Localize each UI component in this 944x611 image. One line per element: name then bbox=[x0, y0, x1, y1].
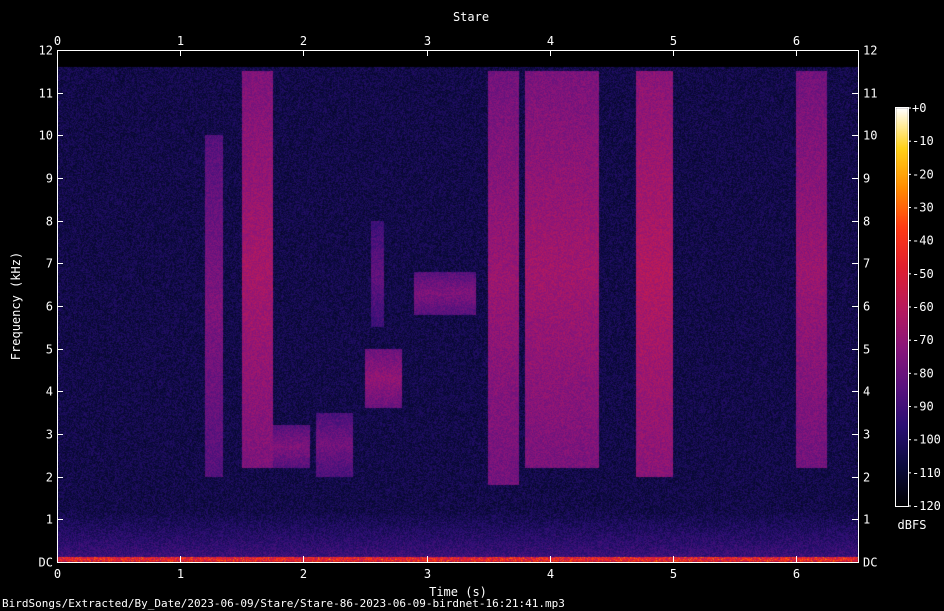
y-tick-label-right: 11 bbox=[863, 87, 877, 101]
colorbar-tick-label: -90 bbox=[912, 400, 934, 414]
colorbar-tick-label: -80 bbox=[912, 366, 934, 380]
x-tick-label-top: 0 bbox=[54, 34, 61, 48]
plot-frame bbox=[57, 50, 859, 563]
y-tick-label-right: 1 bbox=[863, 513, 870, 527]
y-tick-label-left: 1 bbox=[46, 513, 53, 527]
y-tick-label-right: 9 bbox=[863, 172, 870, 186]
x-tick-label-bottom: 5 bbox=[670, 567, 677, 581]
y-tick-label-left: 12 bbox=[39, 44, 53, 58]
chart-title: Stare bbox=[453, 10, 489, 24]
y-tick-label-left: DC bbox=[39, 556, 53, 570]
colorbar-tick-label: -20 bbox=[912, 167, 934, 181]
y-tick-label-right: 6 bbox=[863, 300, 870, 314]
y-tick-label-left: 8 bbox=[46, 215, 53, 229]
colorbar-tick-label: -120 bbox=[912, 499, 941, 513]
y-tick-label-left: 5 bbox=[46, 343, 53, 357]
colorbar-tick-label: -50 bbox=[912, 267, 934, 281]
y-tick-label-right: DC bbox=[863, 556, 877, 570]
x-tick-label-bottom: 4 bbox=[547, 567, 554, 581]
y-tick-label-right: 7 bbox=[863, 257, 870, 271]
x-tick-label-top: 2 bbox=[300, 34, 307, 48]
y-tick-label-left: 2 bbox=[46, 471, 53, 485]
y-tick-label-left: 9 bbox=[46, 172, 53, 186]
y-tick-label-right: 3 bbox=[863, 428, 870, 442]
axis-ticks: 00112233445566DC DC1 12 23 34 45 56 67 78 89 910 10… bbox=[39, 34, 878, 581]
y-tick-label-right: 8 bbox=[863, 215, 870, 229]
x-tick-label-bottom: 1 bbox=[177, 567, 184, 581]
y-tick-label-right: 12 bbox=[863, 44, 877, 58]
colorbar-tick-label: -10 bbox=[912, 134, 934, 148]
y-tick-label-right: 10 bbox=[863, 129, 877, 143]
x-tick-label-top: 5 bbox=[670, 34, 677, 48]
y-tick-label-left: 11 bbox=[39, 87, 53, 101]
y-tick-label-left: 7 bbox=[46, 257, 53, 271]
colorbar-tick-label: -100 bbox=[912, 433, 941, 447]
x-tick-label-top: 1 bbox=[177, 34, 184, 48]
colorbar-frame bbox=[895, 107, 909, 507]
colorbar: +0 -10 -20 -30 -40 -50 -60 -70 -80 -90 -100 -110 -12… bbox=[895, 101, 941, 513]
y-tick-label-left: 3 bbox=[46, 428, 53, 442]
spectrogram-chart: Stare Time (s) Frequency (kHz) 001122334… bbox=[9, 10, 941, 599]
colorbar-tick-label: +0 bbox=[912, 101, 926, 115]
colorbar-tick-label: -70 bbox=[912, 333, 934, 347]
y-axis-label: Frequency (kHz) bbox=[9, 252, 23, 360]
colorbar-label: dBFS bbox=[898, 518, 927, 532]
colorbar-tick-label: -30 bbox=[912, 201, 934, 215]
y-tick-label-left: 4 bbox=[46, 385, 53, 399]
x-tick-label-top: 3 bbox=[424, 34, 431, 48]
x-tick-label-bottom: 2 bbox=[300, 567, 307, 581]
colorbar-tick-label: -60 bbox=[912, 300, 934, 314]
x-tick-label-bottom: 0 bbox=[54, 567, 61, 581]
x-tick-label-top: 6 bbox=[793, 34, 800, 48]
colorbar-tick-label: -40 bbox=[912, 234, 934, 248]
x-tick-label-bottom: 6 bbox=[793, 567, 800, 581]
file-path-footer: BirdSongs/Extracted/By_Date/2023-06-09/S… bbox=[2, 597, 565, 610]
x-tick-label-bottom: 3 bbox=[424, 567, 431, 581]
y-tick-label-right: 5 bbox=[863, 343, 870, 357]
x-tick-label-top: 4 bbox=[547, 34, 554, 48]
y-tick-label-right: 2 bbox=[863, 471, 870, 485]
y-tick-label-left: 10 bbox=[39, 129, 53, 143]
y-tick-label-left: 6 bbox=[46, 300, 53, 314]
colorbar-tick-label: -110 bbox=[912, 466, 941, 480]
y-tick-label-right: 4 bbox=[863, 385, 870, 399]
